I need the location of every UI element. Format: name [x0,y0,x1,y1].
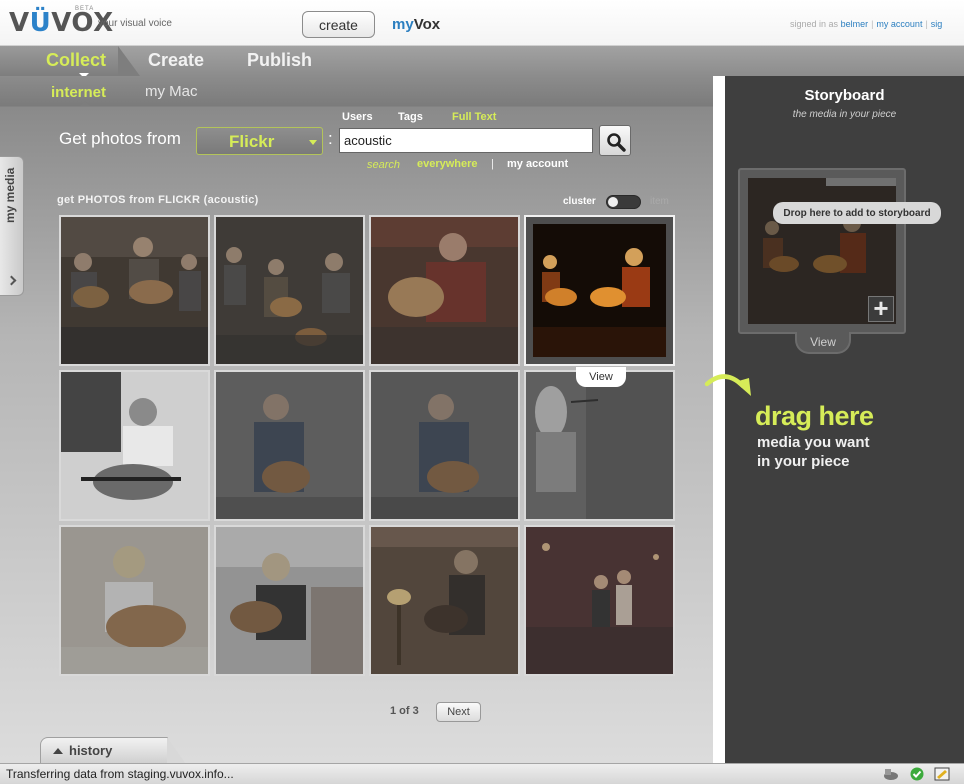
search-input[interactable] [339,128,593,153]
username-link[interactable]: belmer [841,19,869,29]
photo-image [216,217,363,364]
drag-here-heading: drag here [755,401,874,431]
satellite-icon[interactable] [882,767,900,781]
cluster-label: cluster [563,196,596,207]
cluster-item-toggle[interactable] [606,195,641,209]
create-button[interactable]: create [302,11,375,38]
photo-image [61,372,208,519]
results-title: get PHOTOS from FLICKR (acoustic) [57,194,259,206]
photo-image [371,372,518,519]
storyboard-view-button[interactable]: View [795,332,851,354]
my-account-link[interactable]: my account [876,19,922,29]
myvox-link[interactable]: myVox [392,16,440,33]
history-tab[interactable]: history [40,737,185,763]
storyboard-drop-slot[interactable]: + [738,168,906,334]
sign-out-link[interactable]: sig [931,19,943,29]
photo-image [216,527,363,674]
top-header: VÜVOX BETA your visual voice create myVo… [0,0,964,46]
chevron-down-icon [309,140,317,145]
photo-thumbnail[interactable] [214,525,365,676]
source-colon: : [328,129,333,148]
edit-icon[interactable] [934,767,950,781]
next-page-button[interactable]: Next [436,702,481,722]
my-media-tab[interactable]: my media [0,156,24,296]
chevron-right-icon [6,275,17,286]
photo-thumbnail[interactable] [214,370,365,521]
my-media-label: my media [3,167,17,223]
tagline: your visual voice [98,18,172,29]
source-select-value: Flickr [229,132,275,151]
get-photos-label: Get photos from [59,129,181,148]
photo-thumbnail[interactable] [369,215,520,366]
search-icon [607,133,626,152]
photo-thumbnail[interactable] [214,215,365,366]
browser-status-bar: Transferring data from staging.vuvox.inf… [0,763,964,784]
curved-arrow-icon [704,374,751,396]
collect-panel: internet my Mac Get photos from Flickr :… [0,76,713,763]
scope-search-label: search [367,159,401,171]
tab-publish[interactable]: Publish [247,50,312,71]
drag-here-description-2: in your piece [757,453,850,470]
storyboard-title: Storyboard [804,87,885,104]
photo-image [526,527,673,674]
photo-thumbnail[interactable] [524,370,675,521]
view-tooltip[interactable]: View [576,367,626,387]
search-mode-full-text[interactable]: Full Text [452,111,496,123]
photo-image [371,527,518,674]
photo-thumbnail[interactable] [59,215,210,366]
tab-collect[interactable]: Collect [46,50,106,71]
search-mode-tags[interactable]: Tags [398,111,423,123]
photo-thumbnail[interactable] [59,370,210,521]
photo-thumbnail[interactable] [59,525,210,676]
storyboard-subtitle: the media in your piece [792,109,897,120]
history-label: history [69,743,113,758]
storyboard-preview: + [748,178,896,324]
tab-create[interactable]: Create [148,50,204,71]
photo-thumbnail[interactable] [524,525,675,676]
scope-my-account[interactable]: my account [507,158,568,170]
subtab-my-mac[interactable]: my Mac [145,83,198,100]
search-mode-users[interactable]: Users [342,111,373,123]
beta-badge: BETA [75,6,95,12]
chevron-up-icon [53,748,63,754]
drop-tooltip: Drop here to add to storyboard [773,202,941,224]
signed-in-info: signed in as belmer | my account | sig [790,19,943,29]
storyboard-panel: Storyboard the media in your piece + Dro… [704,76,964,763]
status-icons [882,767,950,781]
toggle-knob [608,197,618,207]
photo-image [61,527,208,674]
check-icon[interactable] [910,767,924,781]
item-label: item [650,196,669,207]
status-text: Transferring data from staging.vuvox.inf… [6,767,234,781]
subtab-internet[interactable]: internet [51,84,106,101]
main-tab-bar: Collect Create Publish [0,46,964,78]
photo-image [526,372,673,519]
photo-thumbnail[interactable] [369,370,520,521]
search-button[interactable] [599,125,631,156]
photo-thumbnail-selected[interactable] [524,215,675,366]
page-indicator: 1 of 3 [390,705,419,717]
photo-image [216,372,363,519]
active-subtab-indicator [80,101,90,106]
scope-everywhere[interactable]: everywhere [417,158,478,170]
scope-separator: | [491,158,494,170]
photo-thumbnail[interactable] [369,525,520,676]
photo-image [526,217,673,364]
photo-image [371,217,518,364]
add-to-storyboard-button[interactable]: + [868,295,894,322]
source-select[interactable]: Flickr [196,127,323,155]
photo-image [61,217,208,364]
drag-here-description: media you want [757,434,870,451]
